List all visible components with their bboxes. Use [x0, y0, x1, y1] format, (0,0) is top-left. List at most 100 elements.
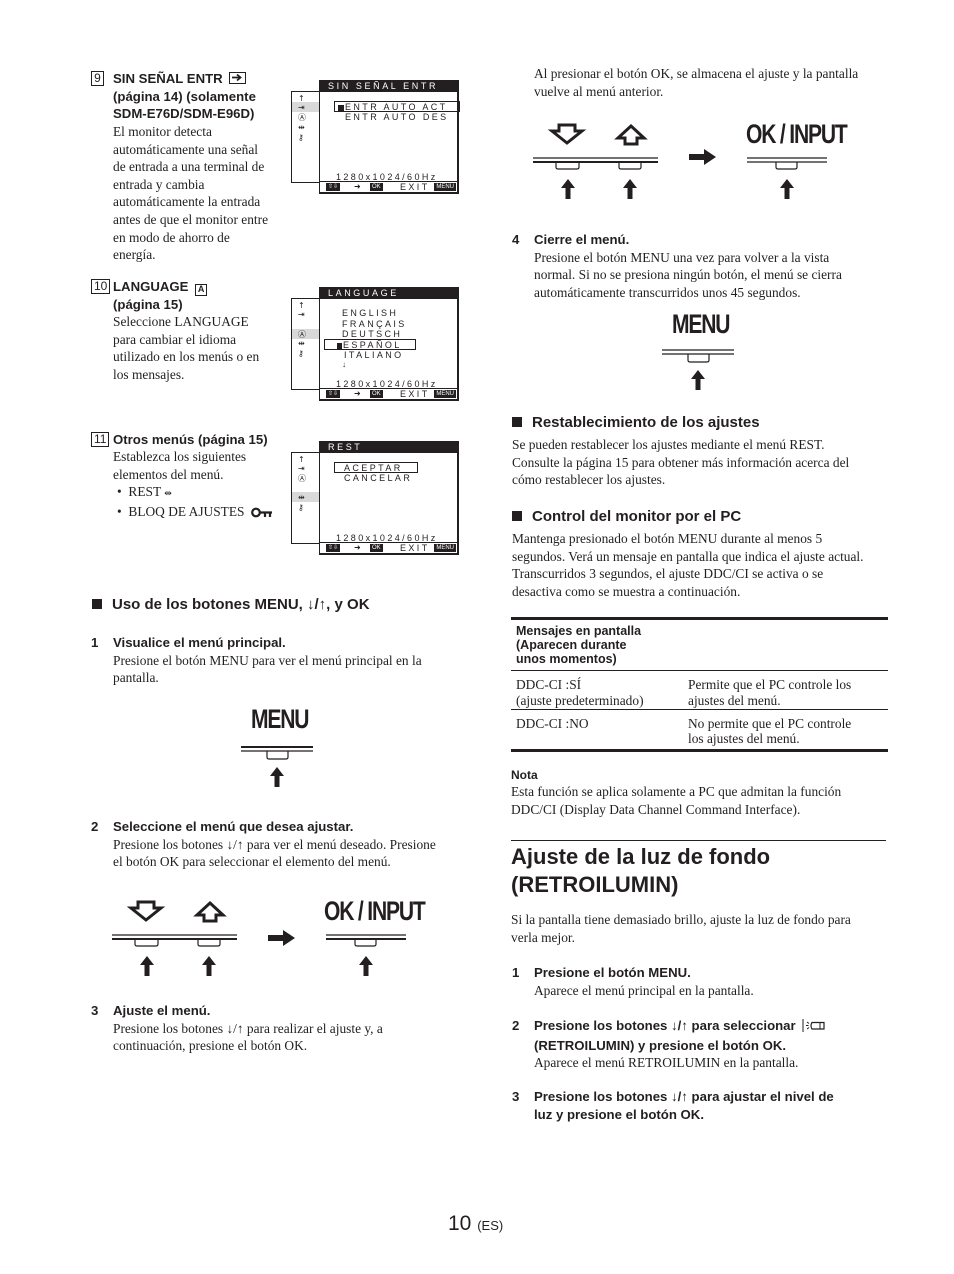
osd-option[interactable]: ACEPTAR: [344, 463, 403, 473]
osd-option[interactable]: ENTR AUTO DES: [345, 112, 449, 122]
language-icon: A: [195, 284, 208, 296]
osd-exit-label: EXIT: [400, 543, 430, 553]
ok-input-label: OK / INPUT: [746, 119, 848, 149]
osd-language: ↑ ⇥ Ⓐ ⇹ ⚷ LANGUAGE ENGLISH FRANÇAIS DEUT…: [291, 287, 459, 401]
osd-menu-label: MENU: [434, 183, 456, 191]
item-9-body-line: automáticamente una señal: [113, 141, 259, 157]
backlight-heading: Ajuste de la luz de fondo (RETROILUMIN): [511, 844, 771, 897]
table-row: DDC-CI :NO No permite que el PC controle…: [511, 710, 888, 749]
item-number-10: 10: [91, 279, 111, 294]
step-body-line: Presione el botón MENU una vez para volv…: [534, 249, 830, 265]
key-icon: ⚷: [298, 349, 304, 358]
table-cell-message: (ajuste predeterminado): [516, 692, 644, 708]
osd-option[interactable]: FRANÇAIS: [342, 319, 407, 329]
language-icon: Ⓐ: [298, 330, 306, 339]
up-down-ok-diagram: OK / INPUT: [110, 895, 426, 980]
item-9-body-line: entrada y cambia: [113, 176, 205, 192]
step-number: 3: [91, 1003, 99, 1018]
press-arrow-icon: [780, 179, 794, 199]
osd-exit-label: EXIT: [400, 389, 430, 399]
reset-icon: ⇹: [164, 488, 172, 499]
step-body-line: pantalla.: [113, 670, 159, 686]
table-row: DDC-CI :SÍ (ajuste predeterminado) Permi…: [511, 671, 888, 710]
reset-icon: ⇹: [298, 493, 305, 502]
press-arrow-icon: [623, 179, 637, 199]
press-arrow-icon: [359, 956, 373, 976]
osd-ok-label: OK: [370, 183, 383, 191]
item-9-body-line: de entrada a una terminal de: [113, 159, 265, 175]
step-title: Presione los botones ↓/↑ para ajustar el…: [534, 1089, 834, 1104]
step-title: (RETROILUMIN) y presione el botón OK.: [534, 1037, 787, 1053]
table-cell-description: No permite que el PC controle: [688, 716, 852, 731]
up-button-icon: [618, 162, 642, 170]
note-body: Esta función se aplica solamente a PC qu…: [511, 784, 842, 817]
square-bullet-icon: [512, 511, 522, 521]
up-down-keys-icon: ⇧⇩: [326, 544, 341, 552]
step-body-line: Presione el botón MENU para ver el menú …: [113, 652, 422, 668]
step-title: Visualice el menú principal.: [113, 635, 286, 650]
item-10-title: LANGUAGE: [113, 279, 189, 294]
key-icon: ⚷: [298, 133, 304, 142]
osd-exit-label: EXIT: [400, 182, 430, 192]
item-10-body-line: para cambiar el idioma: [113, 331, 237, 347]
item-10-body-line: utilizado en los menús o en: [113, 349, 260, 365]
ok-button-icon: [775, 162, 798, 170]
item-number-9: 9: [91, 71, 104, 86]
osd-option[interactable]: ITALIANO: [344, 350, 404, 360]
down-button-icon: [134, 939, 159, 947]
menu-button-diagram: MENU: [661, 310, 741, 395]
table-cell-message: DDC-CI :NO: [516, 716, 589, 731]
step-title: luz y presione el botón OK.: [534, 1106, 704, 1122]
press-arrow-icon: [691, 370, 705, 390]
section-heading-buttons: Uso de los botones MENU, ↓/↑, y OK: [92, 596, 370, 614]
osd-option[interactable]: DEUTSCH: [342, 329, 402, 339]
key-icon: ⚷: [298, 503, 304, 512]
osd-sin-senal-entr: ↑ ⇥ Ⓐ ⇹ ⚷ SIN SEÑAL ENTR ENTR AUTO ACT E…: [291, 80, 460, 194]
language-icon: Ⓐ: [298, 474, 306, 483]
item-9-body-line: automáticamente la entrada: [113, 194, 261, 210]
table-cell-description: los ajustes del menú.: [688, 731, 800, 746]
osd-option[interactable]: CANCELAR: [344, 473, 412, 483]
reset-icon: ⇹: [298, 123, 305, 132]
item-11-body-line: Establezca los siguientes: [113, 449, 247, 464]
menu-button-icon[interactable]: [661, 348, 741, 394]
press-arrow-icon: [270, 767, 284, 787]
osd-option[interactable]: ESPAÑOL: [343, 340, 402, 350]
ok-button-icon: [354, 939, 377, 947]
table-header: Mensajes en pantalla (Aparecen durante u…: [511, 620, 888, 671]
osd-option[interactable]: ENTR AUTO ACT: [345, 102, 448, 112]
arrow-right-icon: ➜: [354, 182, 361, 191]
section-heading-reset: Restablecimiento de los ajustes: [512, 414, 760, 432]
menu-label: MENU: [251, 704, 309, 734]
step-body-line: Presione los botones ↓/↑ para realizar e…: [113, 1020, 383, 1036]
up-arrow-icon: ↑: [298, 301, 305, 310]
step-title: Cierre el menú.: [534, 232, 630, 247]
down-outline-arrow-icon: [547, 123, 587, 145]
osd-option[interactable]: ENGLISH: [342, 308, 398, 318]
step-body-line: Presione los botones ↓/↑ para ver el men…: [113, 836, 436, 852]
step-title: Ajuste el menú.: [113, 1003, 211, 1018]
step-body: Aparece el menú RETROILUMIN en la pantal…: [534, 1055, 799, 1070]
osd-title: LANGUAGE: [320, 288, 457, 299]
key-lock-icon: [250, 505, 273, 523]
menu-button-icon[interactable]: [240, 745, 320, 791]
input-icon: ⇥: [298, 103, 305, 112]
step-body-line: continuación, presione el botón OK.: [113, 1038, 308, 1054]
more-down-arrow-icon: ↓: [342, 360, 349, 369]
step-title: Presione los botones ↓/↑ para selecciona…: [534, 1018, 796, 1033]
backlight-icon: [802, 1019, 828, 1037]
arrow-right-icon: ➜: [354, 543, 361, 552]
step-number: 4: [512, 232, 520, 247]
osd-rest: ↑ ⇥ Ⓐ ⇹ ⚷ REST ACEPTAR CANCELAR 1280x102…: [291, 441, 459, 555]
up-arrow-icon: ↑: [298, 455, 305, 464]
down-outline-arrow-icon: [126, 900, 166, 922]
item-11-body-line: elementos del menú.: [113, 466, 224, 482]
step-4: Cierre el menú. Presione el botón MENU u…: [534, 231, 894, 301]
pc-control-body: Mantenga presionado el botón MENU durant…: [512, 531, 864, 599]
ok-input-label: OK / INPUT: [324, 896, 426, 926]
item-9-body-line: energía.: [113, 247, 156, 263]
step-3: Ajuste el menú. Presione los botones ↓/↑…: [113, 1002, 463, 1055]
press-arrow-icon: [561, 179, 575, 199]
osd-title: SIN SEÑAL ENTR: [320, 81, 457, 92]
reset-icon: ⇹: [298, 339, 305, 348]
